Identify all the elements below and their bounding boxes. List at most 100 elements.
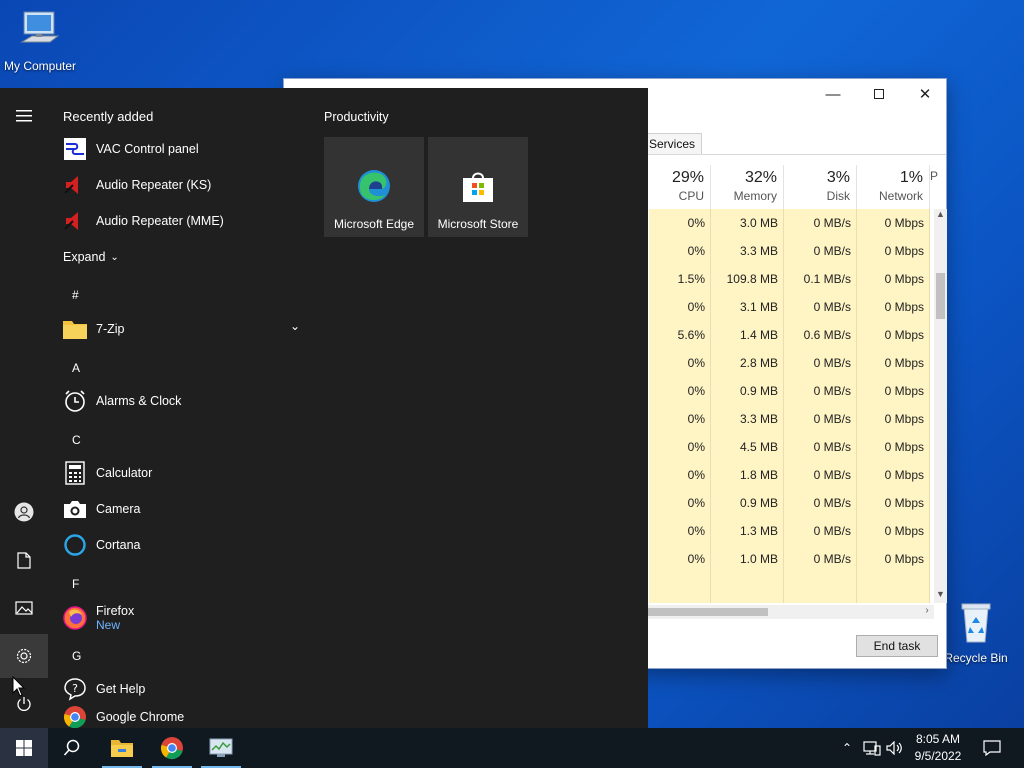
app-google-chrome[interactable]: Google Chrome (62, 701, 308, 728)
column-header-power[interactable]: P (930, 165, 942, 209)
scroll-up-icon[interactable]: ▲ (934, 209, 947, 223)
clock-date: 9/5/2022 (914, 749, 962, 763)
tile-microsoft-edge[interactable]: Microsoft Edge (324, 137, 424, 237)
cell-disk: 0 MB/s (813, 300, 851, 314)
app-7-zip[interactable]: 7-Zip ⌄ (62, 313, 308, 345)
productivity-heading: Productivity (324, 110, 389, 124)
show-hidden-icons-button[interactable]: ⌃ (836, 728, 858, 768)
chevron-down-icon[interactable]: ⌄ (290, 319, 300, 333)
maximize-icon (874, 89, 884, 99)
cell-cpu: 0% (687, 216, 705, 230)
cell-network: 0 Mbps (884, 552, 924, 566)
app-vac-control-panel[interactable]: VAC Control panel (62, 133, 308, 165)
app-label: Firefox (96, 604, 135, 618)
app-alarms-clock[interactable]: Alarms & Clock (62, 385, 308, 417)
power-label: P (930, 169, 939, 183)
network-status-button[interactable] (860, 728, 884, 768)
cell-memory: 3.3 MB (739, 412, 778, 426)
pictures-button[interactable] (0, 586, 48, 630)
my-computer-label: My Computer (3, 59, 77, 73)
end-task-button[interactable]: End task (856, 635, 938, 657)
svg-text:?: ? (72, 682, 78, 695)
search-button[interactable] (48, 728, 96, 768)
gear-icon (16, 648, 32, 664)
chevron-down-icon: ⌄ (110, 251, 119, 263)
system-clock[interactable]: 8:05 AM 9/5/2022 (904, 731, 972, 765)
volume-button[interactable] (884, 728, 906, 768)
chrome-icon (160, 737, 183, 760)
documents-button[interactable] (0, 538, 48, 582)
cell-cpu: 0% (687, 412, 705, 426)
letter-header-hash[interactable]: # (72, 288, 79, 302)
cell-disk: 0 MB/s (813, 552, 851, 566)
column-header-memory[interactable]: 32% Memory (711, 165, 784, 209)
column-header-cpu[interactable]: 29% CPU (649, 165, 711, 209)
hscroll-thumb[interactable] (644, 608, 768, 616)
cell-disk: 0.1 MB/s (803, 272, 851, 286)
disk-label: Disk (826, 189, 850, 203)
app-audio-repeater-ks[interactable]: Audio Repeater (KS) (62, 169, 308, 201)
cell-cpu: 0% (687, 300, 705, 314)
recently-added-heading: Recently added (63, 109, 154, 124)
app-calculator[interactable]: Calculator (62, 457, 308, 489)
disk-total: 3% (826, 169, 850, 186)
edge-icon (357, 169, 391, 206)
cell-cpu: 0% (687, 496, 705, 510)
chrome-taskbar-button[interactable] (148, 728, 196, 768)
speaker-icon (886, 741, 902, 755)
app-cortana[interactable]: Cortana (62, 529, 308, 561)
app-audio-repeater-mme[interactable]: Audio Repeater (MME) (62, 205, 308, 237)
action-center-button[interactable] (972, 728, 1012, 768)
tab-services[interactable]: Services (642, 133, 703, 154)
expand-button[interactable]: Expand ⌄ (63, 250, 119, 264)
scroll-right-icon[interactable]: › (920, 605, 934, 619)
vertical-scrollbar[interactable]: ▲ ▼ (934, 209, 947, 603)
hamburger-button[interactable] (0, 94, 48, 138)
minimize-button[interactable]: — (810, 79, 856, 109)
scroll-down-icon[interactable]: ▼ (934, 589, 947, 603)
letter-header-g[interactable]: G (72, 649, 81, 663)
help-icon: ? (62, 676, 88, 702)
task-manager-taskbar-button[interactable] (197, 728, 245, 768)
cell-memory: 1.8 MB (739, 468, 778, 482)
firefox-icon (62, 605, 88, 631)
tile-microsoft-store[interactable]: Microsoft Store (428, 137, 528, 237)
app-label: Cortana (96, 538, 141, 552)
network-total: 1% (899, 169, 923, 186)
settings-button[interactable] (0, 634, 48, 678)
cell-network: 0 Mbps (884, 328, 924, 342)
camera-icon (62, 496, 88, 522)
user-account-button[interactable] (0, 490, 48, 534)
column-header-disk[interactable]: 3% Disk (784, 165, 857, 209)
notification-icon (983, 740, 1001, 756)
maximize-button[interactable] (856, 79, 902, 109)
app-label: Audio Repeater (MME) (96, 214, 224, 228)
cell-disk: 0 MB/s (813, 496, 851, 510)
file-explorer-taskbar-button[interactable] (98, 728, 146, 768)
letter-header-a[interactable]: A (72, 361, 80, 375)
audio-repeater-icon (62, 172, 88, 198)
my-computer-desktop-icon[interactable]: My Computer (0, 8, 82, 73)
app-camera[interactable]: Camera (62, 493, 308, 525)
mouse-cursor-icon (12, 675, 26, 701)
cell-memory: 1.4 MB (739, 328, 778, 342)
cell-cpu: 1.5% (677, 272, 705, 286)
column-header-network[interactable]: 1% Network (857, 165, 930, 209)
start-button[interactable] (0, 728, 48, 768)
app-firefox[interactable]: Firefox New (62, 600, 308, 636)
user-icon (14, 502, 34, 522)
hamburger-icon (16, 110, 32, 122)
app-label: 7-Zip (96, 322, 125, 336)
letter-header-f[interactable]: F (72, 577, 79, 591)
app-list: Recently added VAC Control panel Audio R… (50, 88, 312, 728)
close-button[interactable]: ✕ (902, 79, 948, 109)
cell-memory: 4.5 MB (739, 440, 778, 454)
tile-label: Microsoft Edge (333, 217, 415, 231)
cell-network: 0 Mbps (884, 440, 924, 454)
cell-network: 0 Mbps (884, 356, 924, 370)
letter-header-c[interactable]: C (72, 433, 81, 447)
folder-icon (62, 316, 88, 342)
cell-cpu: 0% (687, 440, 705, 454)
cpu-label: CPU (678, 189, 704, 203)
scroll-thumb[interactable] (936, 273, 945, 319)
